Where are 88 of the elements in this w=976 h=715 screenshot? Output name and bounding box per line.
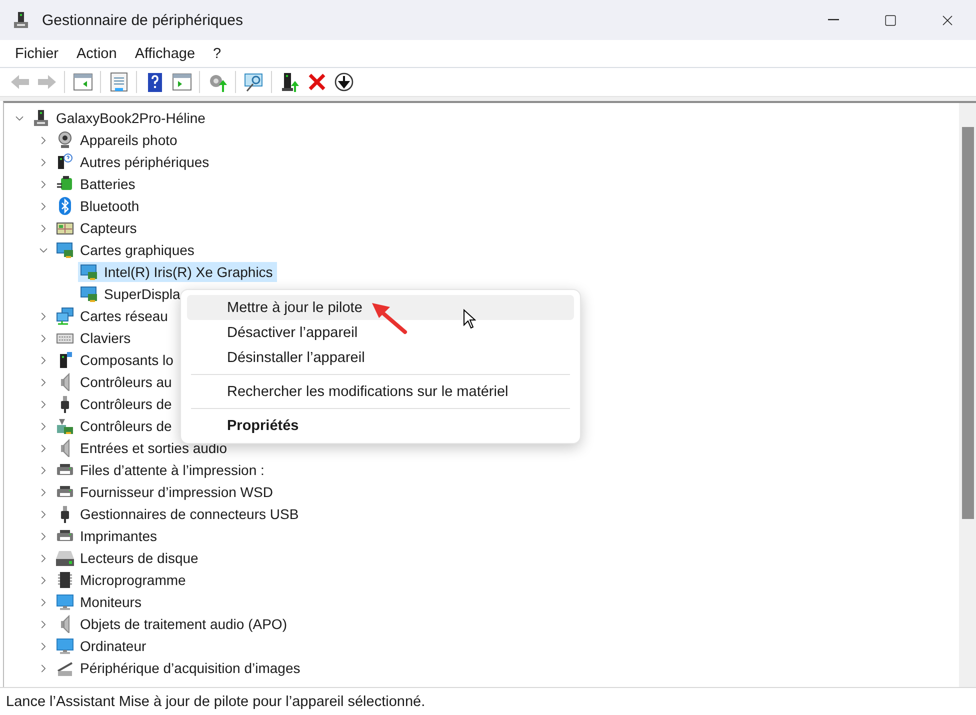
tree-item[interactable]: Composants lo [54, 350, 178, 370]
tree-item-label: Objets de traitement audio (APO) [80, 616, 287, 632]
tree-item-label: Appareils photo [80, 132, 178, 148]
download-icon [332, 71, 354, 93]
tree-item-label: GalaxyBook2Pro-Héline [56, 110, 206, 126]
tree-item-label: Entrées et sorties audio [80, 440, 228, 456]
tree-item[interactable]: Autres périphériques [54, 152, 214, 172]
tree-item[interactable]: Gestionnaires de connecteurs USB [54, 504, 303, 524]
monitor-icon [56, 637, 74, 655]
tree-item-label: Gestionnaires de connecteurs USB [80, 506, 299, 522]
tree-item[interactable]: Claviers [54, 328, 135, 348]
computer-icon [32, 109, 50, 127]
context-menu-item[interactable]: Rechercher les modifications sur le matériel [187, 379, 574, 404]
tree-item-label: Claviers [80, 330, 131, 346]
tree-item-label: Contrôleurs de [80, 418, 172, 434]
tree-item-label: Capteurs [80, 220, 137, 236]
graphics-card-icon [80, 285, 98, 303]
storage-controller-icon [56, 417, 74, 435]
tree-item[interactable]: Contrôleurs de [54, 394, 176, 414]
tree-item-label: SuperDispla [104, 286, 180, 302]
panel-icon [170, 71, 192, 93]
tree-item[interactable]: Ordinateur [54, 636, 150, 656]
minimize-icon [828, 19, 839, 21]
tree-item-label: Intel(R) Iris(R) Xe Graphics [104, 264, 273, 280]
tree-item[interactable]: Microprogramme [54, 570, 190, 590]
monitor-search-icon [242, 71, 264, 93]
tree-item-label: Lecteurs de disque [80, 550, 198, 566]
tree-item[interactable]: Cartes graphiques [54, 240, 198, 260]
tree-item[interactable]: Imprimantes [54, 526, 162, 546]
tree-item[interactable]: Contrôleurs de [54, 416, 176, 436]
panel-icon [72, 71, 94, 93]
battery-icon [56, 175, 74, 193]
tree-item[interactable]: Capteurs [54, 218, 141, 238]
tree-item-label: Bluetooth [80, 198, 140, 214]
unknown-device-icon [56, 153, 74, 171]
context-menu-item[interactable]: Désinstaller l’appareil [187, 345, 574, 370]
tree-item-label: Fournisseur d’impression WSD [80, 484, 273, 500]
context-menu-item[interactable]: Propriétés [187, 413, 574, 438]
scrollbar-thumb[interactable] [962, 127, 974, 519]
tree-item-label: Ordinateur [80, 638, 146, 654]
menu-item[interactable]: Affichage [126, 42, 204, 64]
mouse-cursor-icon [463, 309, 476, 329]
context-menu-item[interactable]: Mettre à jour le pilote [187, 295, 574, 320]
tree-item[interactable]: Batteries [54, 174, 140, 194]
tree-item-label: Composants lo [80, 352, 174, 368]
tree-item[interactable]: Files d’attente à l’impression : [54, 460, 268, 480]
tree-item-label: Imprimantes [80, 528, 158, 544]
app-icon [12, 11, 30, 29]
tree-item[interactable]: Lecteurs de disque [54, 548, 202, 568]
graphics-card-icon [56, 241, 74, 259]
menu-item[interactable]: ? [204, 42, 230, 64]
tree-item[interactable]: Bluetooth [54, 196, 144, 216]
tree-item[interactable]: Contrôleurs au [54, 372, 176, 392]
tree-item[interactable]: SuperDispla [78, 284, 184, 304]
tree-item-label: Microprogramme [80, 572, 186, 588]
tree-item[interactable]: Fournisseur d’impression WSD [54, 482, 277, 502]
disk-drive-icon [56, 549, 74, 567]
tree-item-label: Files d’attente à l’impression : [80, 462, 264, 478]
tree-item-label: Contrôleurs au [80, 374, 172, 390]
properties-icon [108, 71, 130, 93]
tree-item-label: Moniteurs [80, 594, 142, 610]
context-menu-item[interactable]: Désactiver l’appareil [187, 320, 574, 345]
tree-item-label: Contrôleurs de [80, 396, 172, 412]
scrollbar[interactable] [959, 103, 976, 687]
tree-item-label: Autres périphériques [80, 154, 210, 170]
tree-item-label: Périphérique d’acquisition d’images [80, 660, 300, 676]
tree-item[interactable]: GalaxyBook2Pro-Héline [30, 108, 210, 128]
window-title: Gestionnaire de périphériques [42, 12, 244, 28]
tree-item[interactable]: Objets de traitement audio (APO) [54, 614, 291, 634]
tree-item[interactable]: Moniteurs [54, 592, 146, 612]
graphics-card-icon [80, 263, 98, 281]
menu-item[interactable]: Action [68, 42, 126, 64]
maximize-icon [884, 14, 897, 26]
tree-item[interactable]: Appareils photo [54, 130, 182, 150]
bluetooth-icon [56, 197, 74, 215]
status-text: Lance l’Assistant Mise à jour de pilote pour l’appareil sélectionné. [5, 694, 426, 710]
tree-item[interactable]: Entrées et sorties audio [54, 438, 232, 458]
webcam-icon [56, 131, 74, 149]
menu-item[interactable]: Fichier [6, 42, 68, 64]
tree-item-label: Cartes réseau [80, 308, 168, 324]
tree-item[interactable]: Intel(R) Iris(R) Xe Graphics [78, 262, 277, 282]
tree-item-label: Batteries [80, 176, 136, 192]
tree-item[interactable]: Cartes réseau [54, 306, 172, 326]
network-icon [56, 307, 74, 325]
tree-item-label: Cartes graphiques [80, 242, 194, 258]
tree-item[interactable]: Périphérique d’acquisition d’images [54, 658, 304, 678]
chip-icon [56, 571, 74, 589]
monitor-icon [56, 593, 74, 611]
